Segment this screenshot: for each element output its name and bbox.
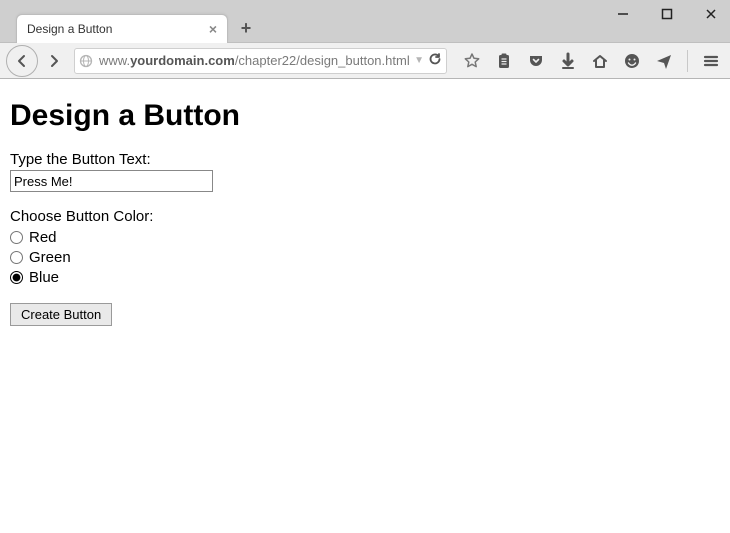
home-icon[interactable] [589, 50, 611, 72]
window-controls [610, 4, 724, 24]
browser-tab[interactable]: Design a Button × [16, 14, 228, 43]
globe-icon [79, 54, 93, 68]
url-prefix: www. [99, 53, 130, 68]
radio-red-label: Red [29, 229, 57, 246]
page-content: Design a Button Type the Button Text: Ch… [0, 79, 730, 334]
maximize-button[interactable] [654, 4, 680, 24]
download-icon[interactable] [557, 50, 579, 72]
reload-button[interactable] [428, 52, 442, 69]
browser-chrome: Design a Button × + www.yourdomain.com/c… [0, 0, 730, 79]
send-icon[interactable] [653, 50, 675, 72]
button-text-input[interactable] [10, 170, 213, 192]
forward-button[interactable] [42, 49, 66, 73]
toolbar-separator [687, 50, 688, 72]
radio-green-label: Green [29, 249, 71, 266]
radio-green[interactable] [10, 251, 23, 264]
minimize-button[interactable] [610, 4, 636, 24]
url-domain: yourdomain.com [130, 53, 235, 68]
smiley-icon[interactable] [621, 50, 643, 72]
color-option-green[interactable]: Green [10, 247, 720, 267]
button-color-label: Choose Button Color: [10, 208, 720, 225]
navbar: www.yourdomain.com/chapter22/design_butt… [0, 42, 730, 79]
tab-close-icon[interactable]: × [209, 22, 217, 36]
url-text: www.yourdomain.com/chapter22/design_butt… [99, 53, 410, 68]
clipboard-icon[interactable] [493, 50, 515, 72]
pocket-icon[interactable] [525, 50, 547, 72]
titlebar: Design a Button × + [0, 0, 730, 42]
back-button[interactable] [6, 45, 38, 77]
radio-blue-label: Blue [29, 269, 59, 286]
create-button[interactable]: Create Button [10, 303, 112, 326]
url-path: /chapter22/design_button.html [235, 53, 410, 68]
radio-blue[interactable] [10, 271, 23, 284]
color-option-red[interactable]: Red [10, 227, 720, 247]
tab-title: Design a Button [27, 22, 203, 36]
tabstrip: Design a Button × + [0, 0, 260, 42]
url-bar[interactable]: www.yourdomain.com/chapter22/design_butt… [74, 48, 447, 74]
url-dropdown-icon[interactable]: ▼ [414, 55, 424, 66]
color-option-blue[interactable]: Blue [10, 267, 720, 287]
new-tab-button[interactable]: + [232, 14, 260, 42]
page-heading: Design a Button [10, 99, 720, 133]
radio-red[interactable] [10, 231, 23, 244]
bookmark-star-icon[interactable] [461, 50, 483, 72]
menu-icon[interactable] [700, 50, 722, 72]
close-window-button[interactable] [698, 4, 724, 24]
button-text-label: Type the Button Text: [10, 151, 720, 168]
toolbar-icons [461, 50, 722, 72]
